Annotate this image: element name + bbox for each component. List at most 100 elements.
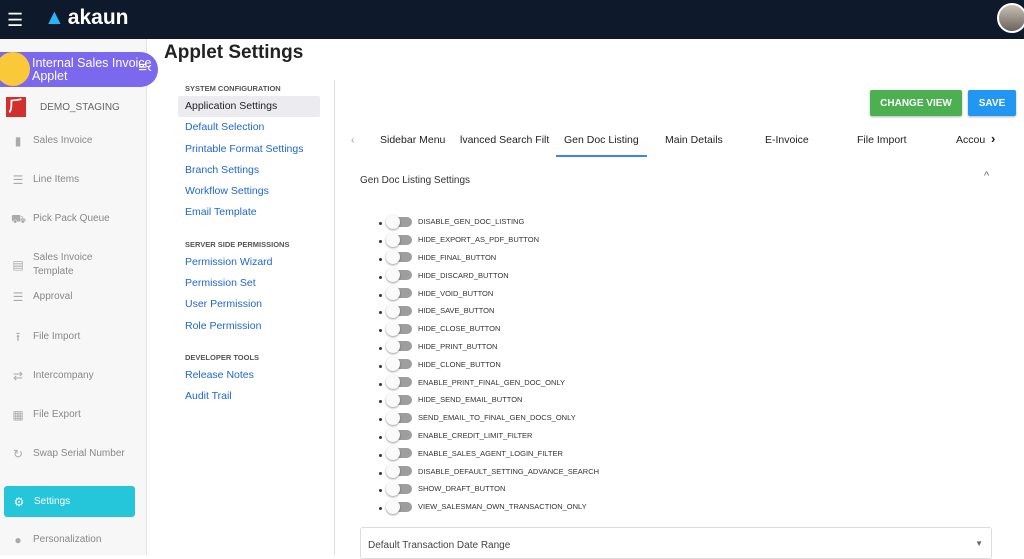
tab[interactable]: Sidebar Menu [380, 134, 445, 146]
sidebar-item[interactable]: ⚙ Settings [4, 486, 135, 517]
sidebar-item[interactable]: ↻ Swap Serial Number [11, 447, 125, 461]
menu-icon[interactable]: ☰ [7, 10, 23, 31]
bullet [379, 222, 382, 226]
logo[interactable]: ▲ akaun [44, 6, 129, 30]
bullet [379, 346, 382, 350]
toggle-switch[interactable] [386, 464, 412, 479]
org-selector[interactable]: ⺁ DEMO_STAGING [6, 97, 120, 117]
tab-bar: ‹ Sidebar Menu lvanced Search Filt Gen Doc… [335, 124, 995, 158]
sidebar: Internal Sales Invoice Applet ≡‹ ⺁ DEMO_S… [0, 39, 158, 555]
toggle-switch[interactable] [386, 446, 412, 461]
settings-nav-link[interactable]: Default Selection [178, 117, 320, 138]
toggle-switch[interactable] [386, 392, 412, 407]
settings-nav-link[interactable]: Permission Wizard [178, 252, 320, 273]
sidebar-icon: ⇄ [12, 369, 24, 383]
invoice-icon [0, 52, 30, 86]
bullet [379, 240, 382, 244]
save-button[interactable]: SAVE [968, 90, 1016, 116]
collapse-sidebar-icon[interactable]: ≡‹ [138, 60, 152, 75]
tab[interactable]: E-Invoice [765, 134, 809, 146]
org-logo-icon: ⺁ [6, 97, 26, 117]
sidebar-icon: ▤ [12, 258, 24, 272]
settings-nav-link[interactable]: Release Notes [178, 365, 320, 386]
toggle-switch[interactable] [386, 321, 412, 336]
change-view-button[interactable]: CHANGE VIEW [870, 90, 962, 116]
bullet [379, 311, 382, 315]
toggle-switch[interactable] [386, 357, 412, 372]
bullet [379, 364, 382, 368]
sidebar-item[interactable]: ⭱ File Import [11, 330, 80, 344]
toggle-switch[interactable] [386, 250, 412, 265]
sidebar-item[interactable]: ☰ Line Items [11, 173, 80, 187]
toggle-row: DISABLE_DEFAULT_SETTING_ADVANCE_SEARCH [379, 462, 599, 480]
applet-header: Internal Sales Invoice Applet ≡‹ [0, 52, 158, 87]
bullet [379, 275, 382, 279]
bullet [379, 471, 382, 475]
tab-scroll-left-icon[interactable]: ‹ [351, 134, 355, 146]
settings-nav-link[interactable]: User Permission [178, 294, 320, 315]
toggle-row: ENABLE_SALES_AGENT_LOGIN_FILTER [379, 444, 599, 462]
sidebar-item[interactable]: ▦ File Export [11, 408, 80, 422]
sidebar-icon: ● [14, 533, 22, 547]
toggle-row: HIDE_CLOSE_BUTTON [379, 320, 599, 338]
section-title: SERVER SIDE PERMISSIONS [185, 239, 290, 249]
settings-nav-link[interactable]: Branch Settings [178, 160, 320, 181]
main-panel: CHANGE VIEW SAVE ‹ Sidebar Menu lvanced S… [334, 80, 1024, 559]
tab[interactable]: Gen Doc Listing [556, 134, 647, 157]
toggle-row: ENABLE_CREDIT_LIMIT_FILTER [379, 427, 599, 445]
settings-nav-link[interactable]: Workflow Settings [178, 181, 320, 202]
sidebar-item[interactable]: ● Personalization [11, 533, 101, 547]
tab[interactable]: Main Details [665, 134, 723, 146]
date-range-select[interactable]: Default Transaction Date Range ▼ [360, 527, 992, 559]
toggle-row: HIDE_FINAL_BUTTON [379, 249, 599, 267]
toggle-switch[interactable] [386, 481, 412, 496]
toggle-switch[interactable] [386, 214, 412, 229]
avatar[interactable] [997, 3, 1024, 33]
sidebar-icon: ☰ [12, 290, 24, 304]
settings-nav-link[interactable]: Application Settings [178, 96, 320, 118]
toggle-row: HIDE_SEND_EMAIL_BUTTON [379, 391, 599, 409]
settings-nav-link[interactable]: Email Template [178, 202, 320, 223]
toggle-switch[interactable] [386, 375, 412, 390]
sidebar-icon: ☰ [12, 173, 24, 187]
bullet [379, 329, 382, 333]
bullet [379, 453, 382, 457]
toggle-row: SHOW_DRAFT_BUTTON [379, 480, 599, 498]
tab[interactable]: lvanced Search Filt [460, 134, 549, 146]
settings-nav: SYSTEM CONFIGURATION Application Setting… [178, 80, 320, 408]
settings-nav-link[interactable]: Permission Set [178, 273, 320, 294]
toggle-switch[interactable] [386, 268, 412, 283]
toggle-row: SEND_EMAIL_TO_FINAL_GEN_DOCS_ONLY [379, 409, 599, 427]
sidebar-item[interactable]: ▤ Sales Invoice Template [11, 251, 103, 279]
toggle-switch[interactable] [386, 428, 412, 443]
settings-nav-link[interactable]: Printable Format Settings [178, 139, 320, 160]
sidebar-icon: ▦ [12, 408, 24, 422]
sidebar-item[interactable]: ⛟ Pick Pack Queue [11, 212, 110, 226]
settings-nav-link[interactable]: Audit Trail [178, 386, 320, 407]
toggle-switch[interactable] [386, 410, 412, 425]
bullet [379, 257, 382, 261]
chevron-down-icon: ▼ [975, 539, 983, 548]
toggle-switch[interactable] [386, 232, 412, 247]
bullet [379, 489, 382, 493]
chevron-up-icon[interactable]: ^ [984, 170, 989, 182]
toggle-switch[interactable] [386, 286, 412, 301]
sidebar-icon: ↻ [12, 447, 24, 461]
tab-scroll-right-icon[interactable]: › [991, 131, 995, 146]
top-bar: ☰ ▲ akaun [0, 0, 1024, 39]
tab[interactable]: File Import [857, 134, 907, 146]
toggle-row: HIDE_SAVE_BUTTON [379, 302, 599, 320]
toggle-row: ENABLE_PRINT_FINAL_GEN_DOC_ONLY [379, 373, 599, 391]
toggle-switch[interactable] [386, 339, 412, 354]
toggle-row: HIDE_PRINT_BUTTON [379, 338, 599, 356]
sidebar-item[interactable]: ☰ Approval [11, 290, 73, 304]
toggle-switch[interactable] [386, 499, 412, 514]
toggle-row: HIDE_VOID_BUTTON [379, 284, 599, 302]
toggle-row: VIEW_SALESMAN_OWN_TRANSACTION_ONLY [379, 498, 599, 516]
toggle-switch[interactable] [386, 303, 412, 318]
tab[interactable]: Accou [956, 134, 985, 146]
sidebar-item[interactable]: ▮ Sales Invoice [11, 134, 93, 148]
sidebar-item[interactable]: ⇄ Intercompany [11, 369, 94, 383]
page-title: Applet Settings [164, 42, 304, 63]
settings-nav-link[interactable]: Role Permission [178, 316, 320, 337]
